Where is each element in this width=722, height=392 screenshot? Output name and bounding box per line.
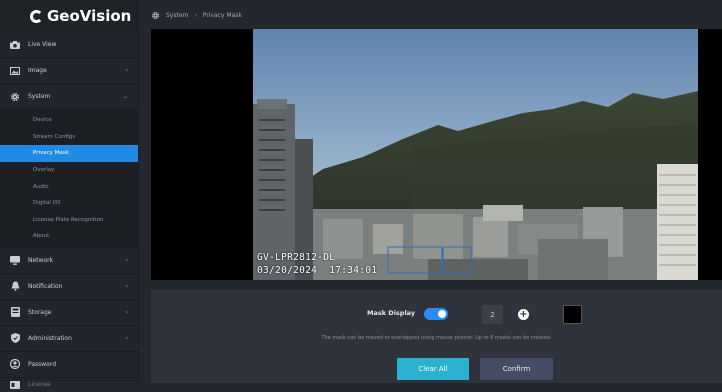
sidebar: GeoVision Live View Image › System ⌄ Dev… (0, 0, 139, 389)
system-submenu: Device Stream Configs Privacy Mask Overl… (0, 110, 138, 248)
confirm-button[interactable]: Confirm (480, 358, 553, 380)
camera-name-overlay: GV-LPR2812-DL (257, 252, 336, 263)
mask-hint-text: The mask can be moved or overlapped usin… (321, 335, 552, 341)
submenu-label: Overlay (33, 167, 55, 174)
license-icon (10, 380, 20, 389)
breadcrumb-section[interactable]: System (166, 12, 188, 19)
gear-icon (151, 11, 160, 20)
add-mask-button[interactable]: + (518, 309, 529, 320)
sidebar-item-label: Storage (28, 308, 52, 316)
shield-icon (10, 333, 20, 344)
sidebar-item-label: Password (28, 360, 57, 368)
submenu-label: About (33, 233, 50, 240)
sidebar-item-label: Image (28, 67, 47, 74)
mask-controls-row: Mask Display 2 + (151, 305, 722, 325)
logo-mark-icon (30, 9, 43, 23)
sidebar-item-notification[interactable]: Notification › (0, 274, 138, 300)
sidebar-item-storage[interactable]: Storage › (0, 300, 138, 326)
chevron-right-icon: › (125, 256, 128, 264)
submenu-item-stream-configs[interactable]: Stream Configs (0, 129, 138, 146)
gear-icon (10, 92, 20, 101)
image-icon (10, 66, 20, 75)
geovision-logo[interactable]: GeoVision (0, 0, 138, 32)
sidebar-item-image[interactable]: Image › (0, 58, 138, 84)
chevron-right-icon: › (125, 334, 128, 342)
sidebar-item-password[interactable]: Password (0, 352, 138, 378)
breadcrumb-separator: › (194, 11, 197, 19)
camera-scene (253, 29, 698, 280)
monitor-icon (10, 255, 20, 265)
logo-text: GeoVision (47, 7, 132, 25)
submenu-label: Audio (33, 183, 49, 190)
sidebar-item-label: Notification (28, 282, 63, 290)
sidebar-item-system[interactable]: System ⌄ (0, 84, 138, 110)
toggle-knob (438, 310, 446, 318)
storage-icon (10, 307, 20, 318)
submenu-item-privacy-mask[interactable]: Privacy Mask (0, 145, 138, 162)
sidebar-item-label: Live View (28, 41, 57, 48)
submenu-item-license-plate-recognition[interactable]: License Plate Recognition (0, 212, 138, 229)
submenu-label: Stream Configs (33, 133, 76, 140)
video-preview[interactable]: GV-LPR2812-DL 03/20/2024 17:34:01 (151, 29, 722, 280)
mask-control-panel: Mask Display 2 + The mask can be moved o… (151, 290, 722, 383)
timestamp-overlay: 03/20/2024 17:34:01 (257, 265, 378, 276)
submenu-item-device[interactable]: Device (0, 112, 138, 129)
sidebar-item-live-view[interactable]: Live View (0, 32, 138, 58)
breadcrumb: System › Privacy Mask (139, 0, 722, 30)
sidebar-item-label: Network (28, 256, 54, 264)
submenu-item-about[interactable]: About (0, 228, 138, 245)
submenu-label: Device (33, 117, 52, 124)
bell-icon (10, 281, 20, 292)
submenu-item-audio[interactable]: Audio (0, 178, 138, 195)
mask-display-label: Mask Display (367, 309, 416, 317)
chevron-right-icon: › (125, 282, 128, 290)
breadcrumb-page: Privacy Mask (202, 11, 242, 19)
mask-color-picker[interactable] (563, 305, 582, 324)
sidebar-item-network[interactable]: Network › (0, 248, 138, 274)
submenu-label: Digital I/O (33, 200, 61, 207)
submenu-item-digital-io[interactable]: Digital I/O (0, 195, 138, 212)
chevron-down-icon: ⌄ (122, 93, 128, 100)
submenu-label: License Plate Recognition (33, 216, 104, 223)
sidebar-item-label: System (28, 93, 51, 100)
sidebar-item-license[interactable]: License (0, 378, 138, 392)
sidebar-item-administration[interactable]: Administration › (0, 326, 138, 352)
clear-all-button[interactable]: Clear All (397, 358, 469, 380)
mask-display-toggle[interactable] (424, 308, 448, 320)
camera-icon (10, 40, 20, 49)
sidebar-item-label: Administration (28, 334, 72, 342)
user-icon (10, 359, 20, 370)
chevron-right-icon: › (125, 308, 128, 316)
chevron-right-icon: › (125, 67, 128, 74)
sidebar-item-label: License (28, 381, 51, 389)
mask-count-field[interactable]: 2 (482, 305, 503, 324)
submenu-label: Privacy Mask (33, 150, 69, 157)
submenu-item-overlay[interactable]: Overlay (0, 162, 138, 179)
